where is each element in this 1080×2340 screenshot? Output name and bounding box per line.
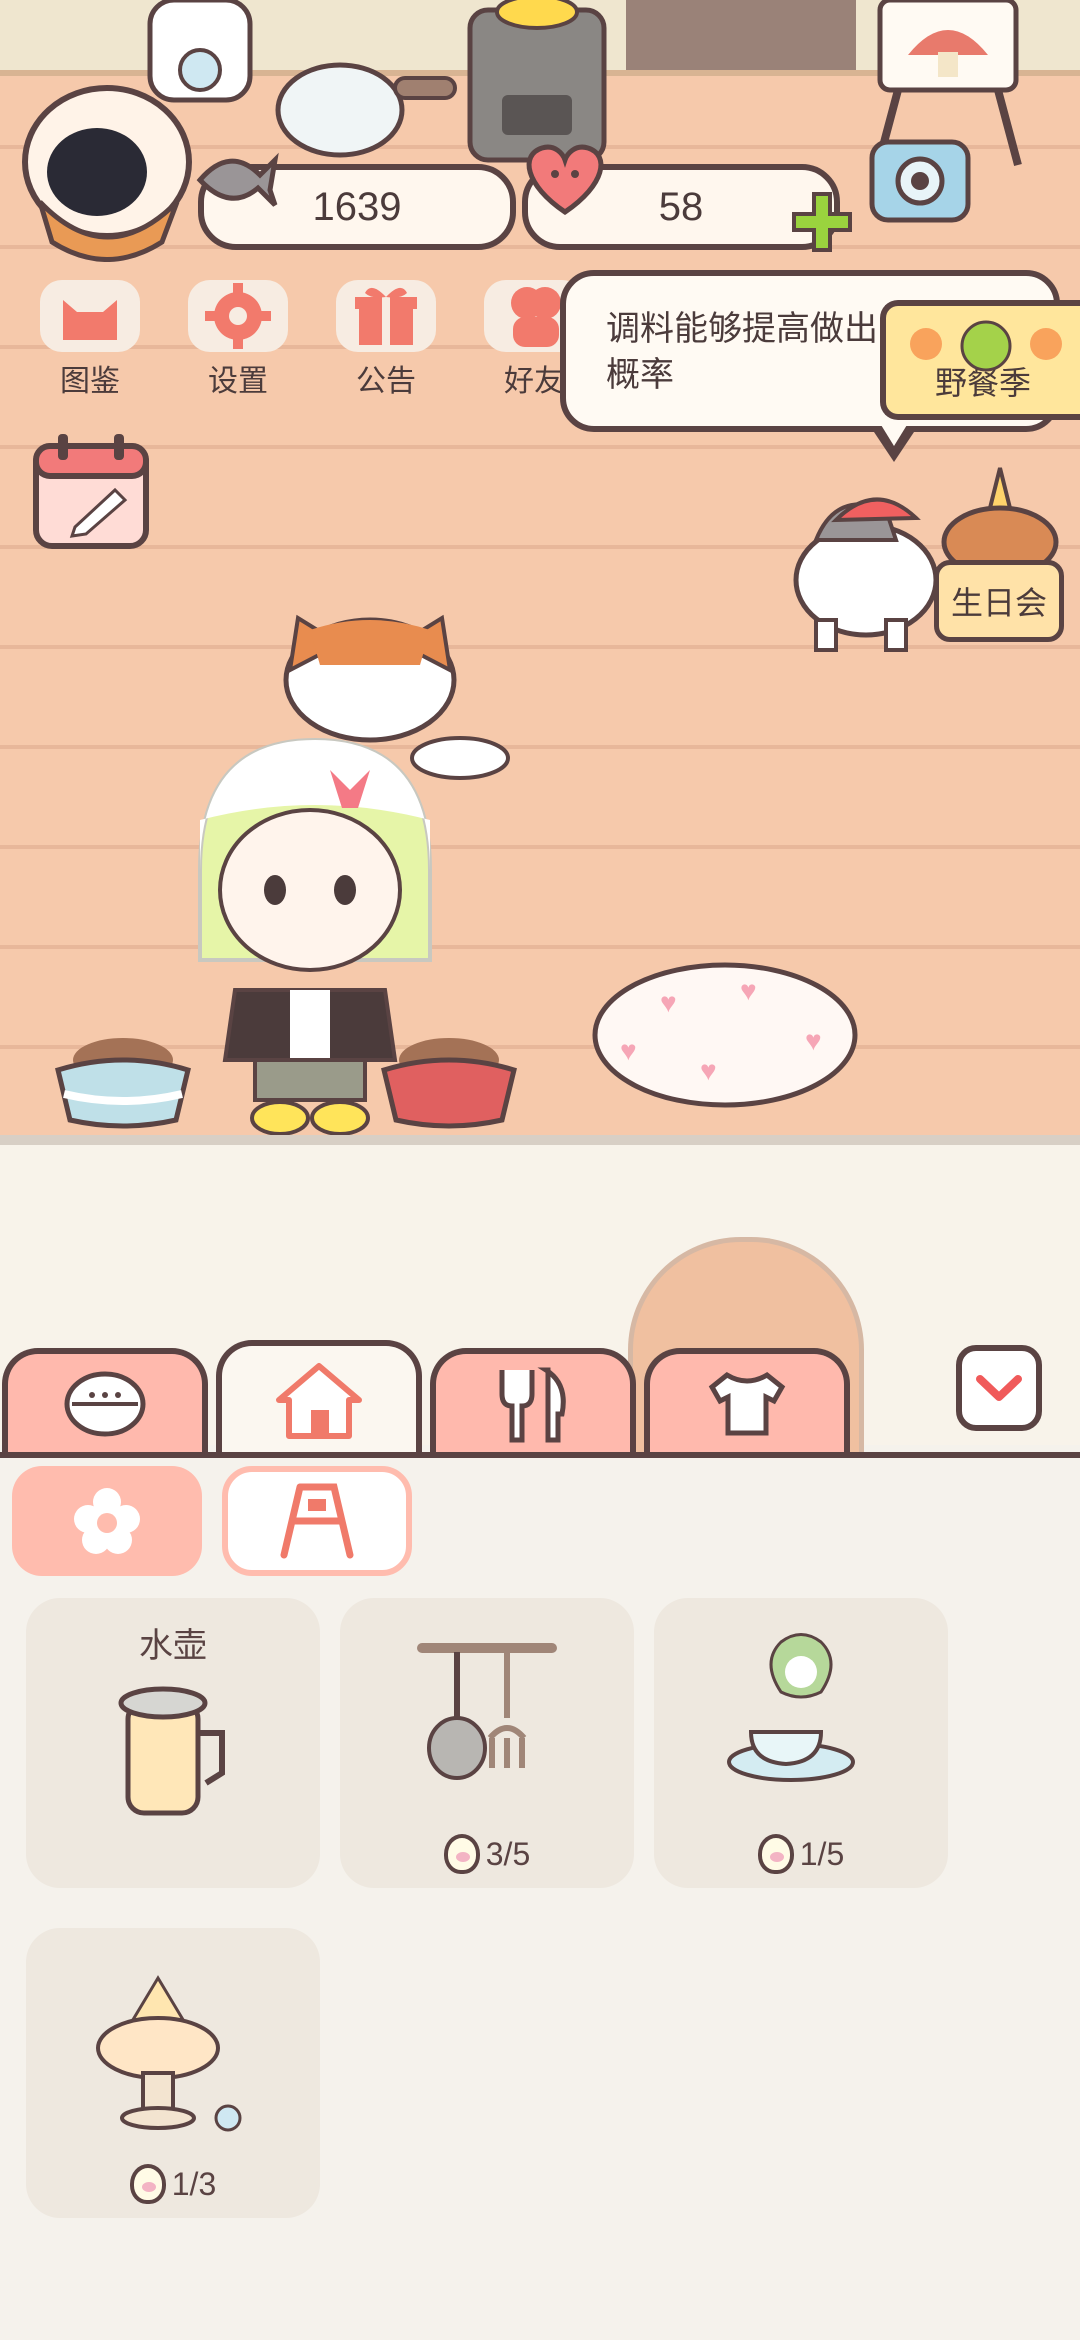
heart-face-icon	[526, 144, 604, 216]
speech-bubble-tail	[870, 420, 918, 462]
flower-icon	[74, 1488, 140, 1554]
menu-label: 设置	[208, 365, 268, 398]
svg-text:♥: ♥	[620, 1035, 637, 1066]
item-progress: 3/5	[340, 1834, 634, 1874]
food-bowl-red-icon[interactable]	[378, 1030, 520, 1130]
cake-stand-icon	[96, 1975, 242, 2132]
menu-settings-button[interactable]: 设置	[178, 280, 298, 400]
subtab-decor[interactable]	[12, 1466, 202, 1576]
svg-text:♥: ♥	[660, 987, 677, 1018]
gift-icon	[336, 280, 436, 352]
kettle-icon	[118, 1686, 225, 1816]
menu-label: 好友	[504, 365, 564, 398]
picnic-season-event-button[interactable]: 野餐季	[880, 300, 1080, 420]
cat-with-cap-icon[interactable]	[776, 470, 956, 660]
tab-house[interactable]	[216, 1340, 422, 1454]
hanging-utensils-icon	[417, 1643, 557, 1780]
menu-label: 公告	[356, 365, 416, 398]
cat-face-icon	[40, 280, 140, 352]
category-tab-bar	[0, 1340, 1080, 1458]
tab-clothing[interactable]	[644, 1348, 850, 1454]
subtab-shop-sign[interactable]	[222, 1466, 412, 1576]
egg-icon	[129, 2164, 166, 2204]
fish-count: 1639	[312, 184, 402, 229]
egg-icon	[443, 1834, 480, 1874]
add-hearts-button[interactable]	[790, 190, 854, 254]
collapse-panel-button[interactable]	[956, 1345, 1042, 1431]
item-count: 3/5	[485, 1835, 531, 1872]
item-count: 1/3	[171, 2165, 217, 2202]
room-scene: 1639 58 图鉴 设置 公告 好友 调料能够提高做出 概率 野餐季 生日会 …	[0, 0, 1080, 1145]
item-card-teacup-plant[interactable]: 1/5	[654, 1598, 948, 1888]
fish-icon	[196, 152, 279, 207]
calendar-edit-icon[interactable]	[30, 432, 154, 552]
house-icon	[276, 1363, 362, 1439]
birthday-label: 生日会	[950, 585, 1047, 621]
doorway	[626, 0, 856, 70]
flower-apple-icon	[910, 320, 1062, 372]
menu-encyclopedia-button[interactable]: 图鉴	[30, 280, 150, 400]
food-bowl-blue-icon[interactable]	[52, 1030, 194, 1130]
menu-announcement-button[interactable]: 公告	[326, 280, 446, 400]
face-icon	[64, 1371, 146, 1437]
item-card-kettle[interactable]: 水壶	[26, 1598, 320, 1888]
teacup-plant-icon	[727, 1633, 855, 1782]
item-count: 1/5	[799, 1835, 845, 1872]
item-progress: 1/3	[26, 2164, 320, 2204]
floor-edge	[0, 1135, 1080, 1145]
svg-text:♥: ♥	[805, 1025, 822, 1056]
item-progress: 1/5	[654, 1834, 948, 1874]
menu-label: 图鉴	[60, 365, 120, 398]
heart-count: 58	[658, 184, 704, 229]
shirt-icon	[708, 1371, 786, 1436]
item-card-cake-stand[interactable]: 1/3	[26, 1928, 320, 2218]
tab-face[interactable]	[2, 1348, 208, 1454]
utensils-icon	[499, 1367, 566, 1443]
egg-icon	[757, 1834, 794, 1874]
gear-icon	[188, 280, 288, 352]
birthday-event-button[interactable]: 生日会	[934, 560, 1064, 642]
svg-text:♥: ♥	[740, 975, 757, 1006]
item-card-hanging-utensils[interactable]: 3/5	[340, 1598, 634, 1888]
item-title: 水壶	[139, 1627, 207, 1665]
heart-rug-icon[interactable]: ♥ ♥ ♥ ♥ ♥	[590, 960, 860, 1110]
camera-icon[interactable]	[866, 128, 976, 228]
player-avatar-icon[interactable]	[12, 62, 202, 262]
tab-utensils[interactable]	[430, 1348, 636, 1454]
sign-board-icon	[280, 1483, 354, 1559]
svg-text:♥: ♥	[700, 1055, 717, 1086]
saucepan-icon	[275, 62, 457, 158]
chevron-down-icon	[976, 1375, 1022, 1401]
